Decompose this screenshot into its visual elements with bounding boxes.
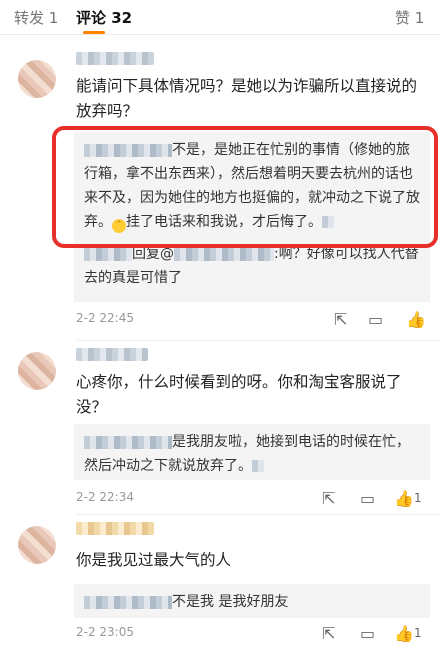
like-count: 1 [414, 626, 422, 640]
comment-text: 心疼你，什么时候看到的呀。你和淘宝客服说了没？ [76, 373, 402, 416]
reply-item[interactable]: 是我朋友啦，她接到电话的时候在忙，然后冲动之下就说放弃了。 [74, 424, 430, 484]
mentioned-username[interactable] [174, 247, 274, 261]
reply-username[interactable] [84, 247, 132, 261]
like-icon[interactable]: 👍 [406, 310, 426, 329]
reply-text-tail: 挂了电话来和我说，才后悔了。 [126, 214, 322, 230]
emoji-icon [252, 460, 264, 472]
comment-date: 2-2 23:05 [76, 625, 134, 639]
like-icon[interactable]: 👍 [394, 489, 414, 508]
divider [76, 340, 440, 341]
username[interactable] [76, 522, 154, 535]
reply-item[interactable]: 不是，是她正在忙别的事情（修她的旅行箱，拿不出东西来），然后想着明天要去杭州的话… [74, 132, 430, 240]
reply-box[interactable]: 不是我 是我好朋友 [74, 584, 430, 618]
like-count: 1 [414, 491, 422, 505]
reply-item[interactable]: 不是我 是我好朋友 [74, 584, 430, 620]
comment-meta: 2-2 22:45 ⇱ ▭ 👍 [76, 310, 430, 331]
share-icon[interactable]: ⇱ [322, 489, 335, 508]
emoji-icon [322, 216, 334, 228]
username[interactable] [76, 52, 154, 65]
avatar[interactable] [18, 60, 56, 98]
reply-box[interactable]: 是我朋友啦，她接到电话的时候在忙，然后冲动之下就说放弃了。 [74, 424, 430, 480]
tab-repost[interactable]: 转发 1 [14, 7, 58, 28]
comment-meta: 2-2 22:34 ⇱ ▭ 👍 1 [76, 489, 430, 510]
reply-username[interactable] [84, 143, 172, 157]
reply-prefix: 回复@ [132, 246, 174, 262]
reply-box[interactable]: 不是，是她正在忙别的事情（修她的旅行箱，拿不出东西来），然后想着明天要去杭州的话… [74, 132, 430, 302]
reply-text: 不是我 是我好朋友 [172, 594, 289, 610]
avatar[interactable] [18, 526, 56, 564]
tab-likes[interactable]: 赞 1 [395, 7, 424, 28]
comment-text: 你是我见过最大气的人 [76, 551, 232, 569]
active-tab-indicator [83, 31, 105, 34]
comment-date: 2-2 22:34 [76, 490, 134, 504]
comment-icon[interactable]: ▭ [360, 624, 375, 643]
comment-icon[interactable]: ▭ [360, 489, 375, 508]
username[interactable] [76, 348, 148, 361]
divider [76, 514, 440, 515]
comment-meta: 2-2 23:05 ⇱ ▭ 👍 1 [76, 624, 430, 645]
avatar[interactable] [18, 352, 56, 390]
crying-emoji-icon: ˘ [112, 219, 126, 233]
comment-icon[interactable]: ▭ [368, 310, 383, 329]
comment-date: 2-2 22:45 [76, 311, 134, 325]
share-icon[interactable]: ⇱ [322, 624, 335, 643]
tab-comments[interactable]: 评论 32 [76, 7, 132, 28]
reply-username[interactable] [84, 435, 172, 449]
reply-username[interactable] [84, 595, 172, 609]
comment-tabs: 转发 1 评论 32 赞 1 [0, 0, 440, 35]
comment-text: 能请问下具体情况吗？是她以为诈骗所以直接说的放弃吗？ [76, 77, 418, 120]
share-icon[interactable]: ⇱ [334, 310, 347, 329]
like-icon[interactable]: 👍 [394, 624, 414, 643]
reply-item[interactable]: 回复@:啊？好像可以找人代替去的真是可惜了 [74, 240, 430, 296]
